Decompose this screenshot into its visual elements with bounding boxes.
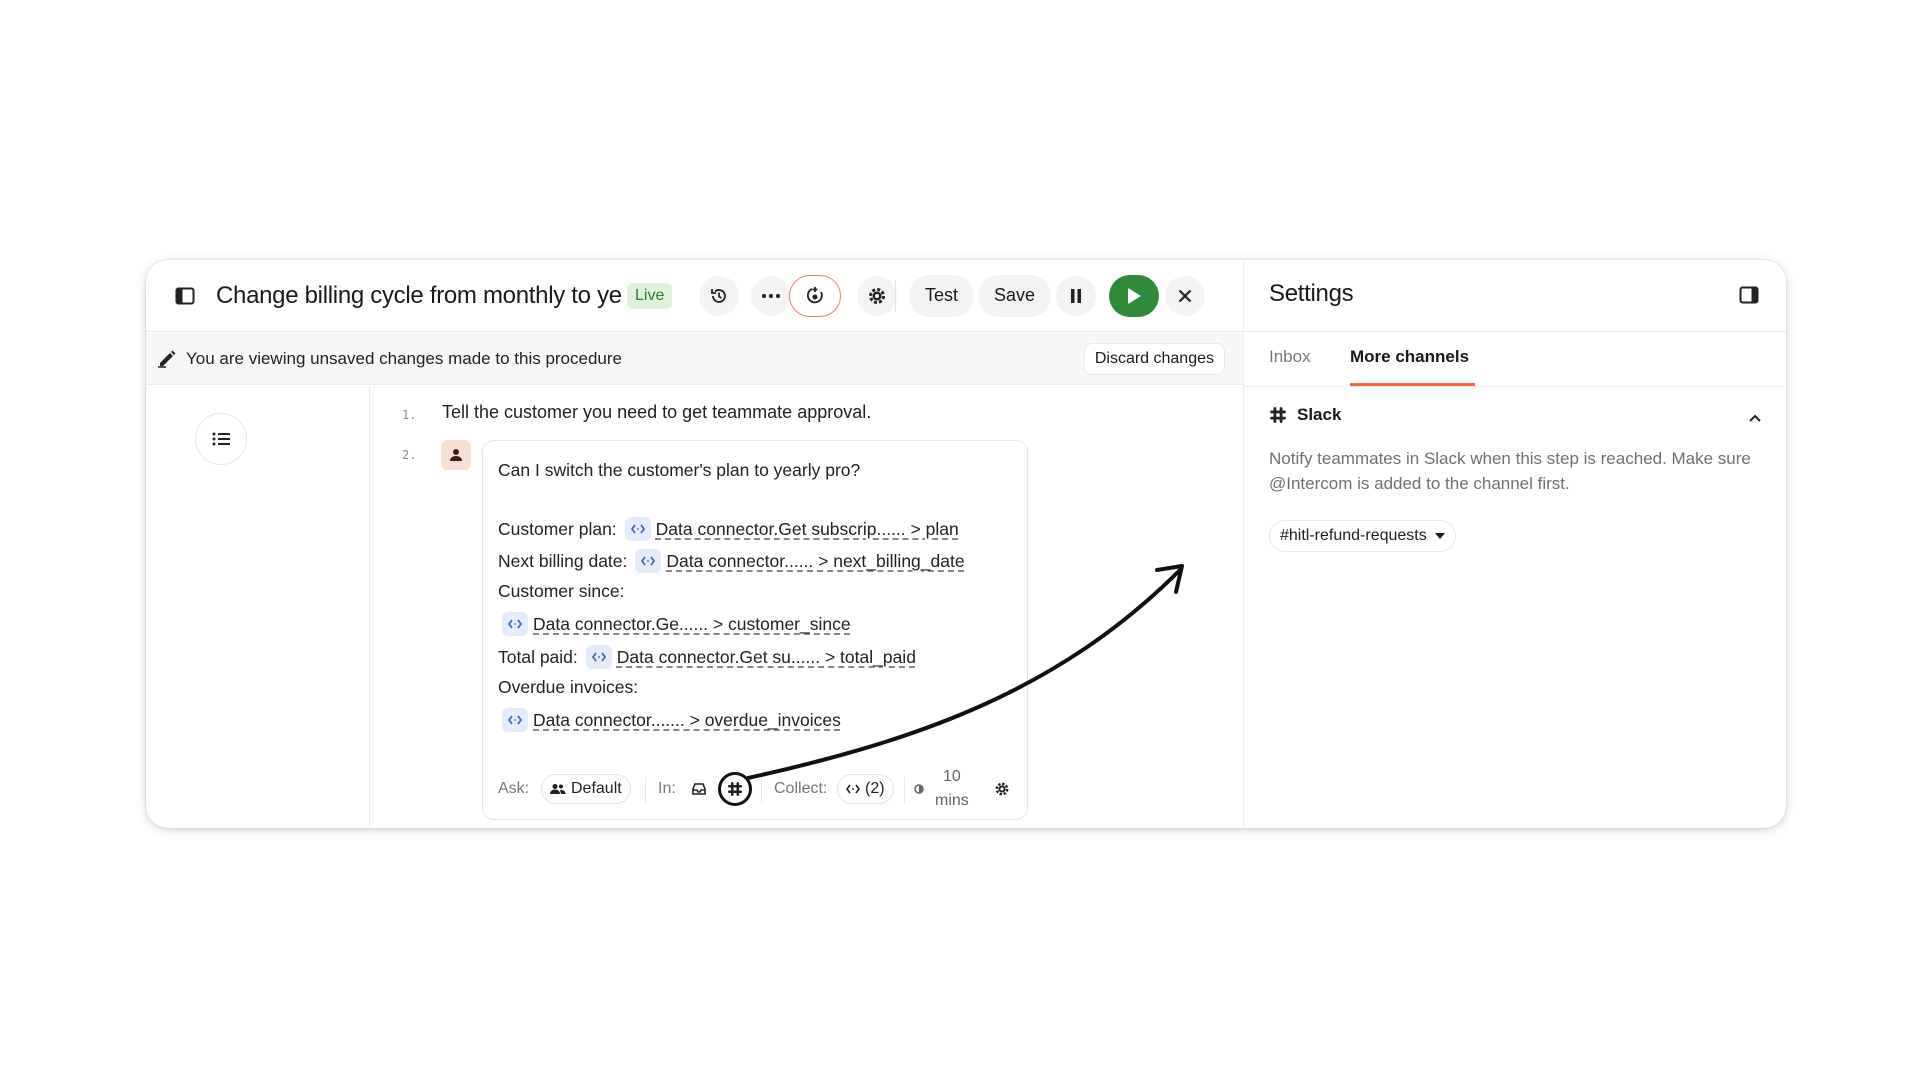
field-label: Customer plan:: [498, 518, 617, 539]
tab-inbox[interactable]: Inbox: [1269, 347, 1311, 367]
test-button[interactable]: Test: [909, 274, 975, 317]
agent-icon: [806, 286, 823, 303]
footer-divider: [904, 777, 905, 803]
timeout-unit: mins: [935, 792, 969, 809]
people-icon: [550, 784, 566, 794]
ask-teammate-step-icon: [441, 440, 471, 470]
code-icon: [502, 708, 528, 732]
step-settings-gear-icon[interactable]: [994, 781, 1010, 797]
pencil-icon: [156, 347, 178, 369]
editor-toolbar: Change billing cycle from monthly to yea…: [146, 260, 1243, 332]
collect-label: Collect:: [774, 780, 828, 797]
slack-section-header[interactable]: Slack: [1269, 405, 1341, 425]
ask-teammate-card[interactable]: Can I switch the customer's plan to year…: [482, 440, 1028, 820]
settings-header: Settings: [1245, 260, 1786, 332]
step-number: 1.: [402, 408, 417, 422]
history-button[interactable]: [699, 275, 739, 316]
more-options-button[interactable]: [751, 275, 791, 316]
collect-count: (2): [865, 780, 885, 797]
collect-chip[interactable]: (2): [837, 774, 894, 804]
code-icon: [846, 784, 860, 794]
field-customer-since: Data connector.Ge...... > customer_since: [498, 612, 851, 636]
ask-default-chip[interactable]: Default: [541, 774, 631, 804]
live-status-badge: Live: [627, 282, 673, 309]
procedure-editor-window: Change billing cycle from monthly to yea…: [146, 260, 1786, 828]
step-number: 2.: [402, 448, 417, 462]
field-total-paid: Total paid: Data connector.Get su...... …: [498, 645, 916, 669]
field-next-billing-date: Next billing date: Data connector...... …: [498, 549, 965, 573]
step-text[interactable]: Tell the customer you need to get teamma…: [442, 402, 871, 423]
active-tab-indicator: [1350, 383, 1475, 386]
slack-channel-value: #hitl-refund-requests: [1280, 527, 1427, 544]
play-icon: [1128, 287, 1141, 304]
field-label: Next billing date:: [498, 550, 628, 571]
card-question[interactable]: Can I switch the customer's plan to year…: [498, 460, 860, 481]
data-connector-reference[interactable]: Data connector.Get subscrip...... > plan: [656, 519, 959, 540]
close-icon: [1178, 289, 1192, 302]
panel-toggle-icon[interactable]: [1736, 282, 1762, 308]
in-label: In:: [658, 780, 676, 797]
teammate-icon: [450, 449, 462, 461]
footer-divider: [645, 777, 646, 803]
ellipsis-icon: [762, 293, 780, 298]
pause-button[interactable]: [1056, 275, 1096, 316]
unsaved-changes-banner: You are viewing unsaved changes made to …: [146, 333, 1243, 385]
field-overdue-invoices: Data connector....... > overdue_invoices: [498, 708, 841, 732]
field-label: Total paid:: [498, 646, 578, 667]
caret-down-icon: [1434, 533, 1445, 539]
play-button[interactable]: [1109, 274, 1159, 317]
slack-label: Slack: [1297, 405, 1342, 424]
settings-button[interactable]: [857, 275, 897, 316]
discard-changes-button[interactable]: Discard changes: [1083, 343, 1225, 375]
toolbar-divider: [895, 279, 896, 312]
inbox-channel-icon[interactable]: [691, 782, 707, 796]
unsaved-notice-text: You are viewing unsaved changes made to …: [186, 349, 622, 368]
close-button[interactable]: [1165, 275, 1205, 316]
data-connector-reference[interactable]: Data connector.Get su...... > total_paid: [617, 647, 916, 668]
footer-divider: [761, 777, 762, 803]
data-connector-reference[interactable]: Data connector....... > overdue_invoices: [533, 710, 841, 731]
pause-icon: [1071, 288, 1081, 303]
data-connector-reference[interactable]: Data connector.Ge...... > customer_since: [533, 614, 851, 635]
table-of-contents-button[interactable]: [195, 413, 247, 465]
card-footer: Ask: Default In: Collect: (2) 10 mins: [483, 759, 1027, 819]
sidebar-toggle-icon[interactable]: [172, 283, 198, 309]
chevron-up-icon[interactable]: [1746, 410, 1764, 428]
field-label: Overdue invoices:: [498, 677, 639, 697]
outline-gutter: [146, 386, 370, 828]
tab-more-channels[interactable]: More channels: [1350, 347, 1469, 367]
procedure-title[interactable]: Change billing cycle from monthly to yea…: [216, 282, 621, 310]
gear-icon: [869, 287, 885, 304]
field-customer-plan: Customer plan: Data connector.Get subscr…: [498, 517, 959, 541]
code-icon: [624, 517, 651, 541]
list-icon: [212, 432, 230, 446]
code-icon: [585, 645, 612, 669]
settings-tabs: Inbox More channels: [1245, 333, 1786, 387]
slack-icon: [1270, 407, 1286, 423]
timeout-chip[interactable]: 10 mins: [935, 765, 969, 813]
code-icon: [635, 549, 662, 573]
data-connector-reference[interactable]: Data connector...... > next_billing_date: [666, 551, 964, 572]
code-icon: [502, 612, 528, 636]
agent-mode-button[interactable]: [789, 274, 841, 317]
save-button[interactable]: Save: [978, 274, 1052, 317]
settings-panel: Settings Inbox More channels Slack Notif…: [1245, 260, 1786, 828]
timeout-value: 10: [942, 768, 961, 785]
editor-panel: Change billing cycle from monthly to yea…: [146, 260, 1244, 828]
slack-channel-button[interactable]: [718, 772, 752, 806]
ask-label: Ask:: [498, 780, 530, 797]
history-icon: [711, 288, 726, 303]
ask-default-value: Default: [571, 780, 622, 797]
slack-channel-dropdown[interactable]: #hitl-refund-requests: [1269, 520, 1456, 552]
timer-icon: [914, 784, 924, 794]
slack-icon: [728, 782, 742, 796]
settings-title: Settings: [1269, 280, 1354, 307]
slack-description: Notify teammates in Slack when this step…: [1269, 449, 1751, 493]
field-label: Customer since:: [498, 581, 625, 601]
